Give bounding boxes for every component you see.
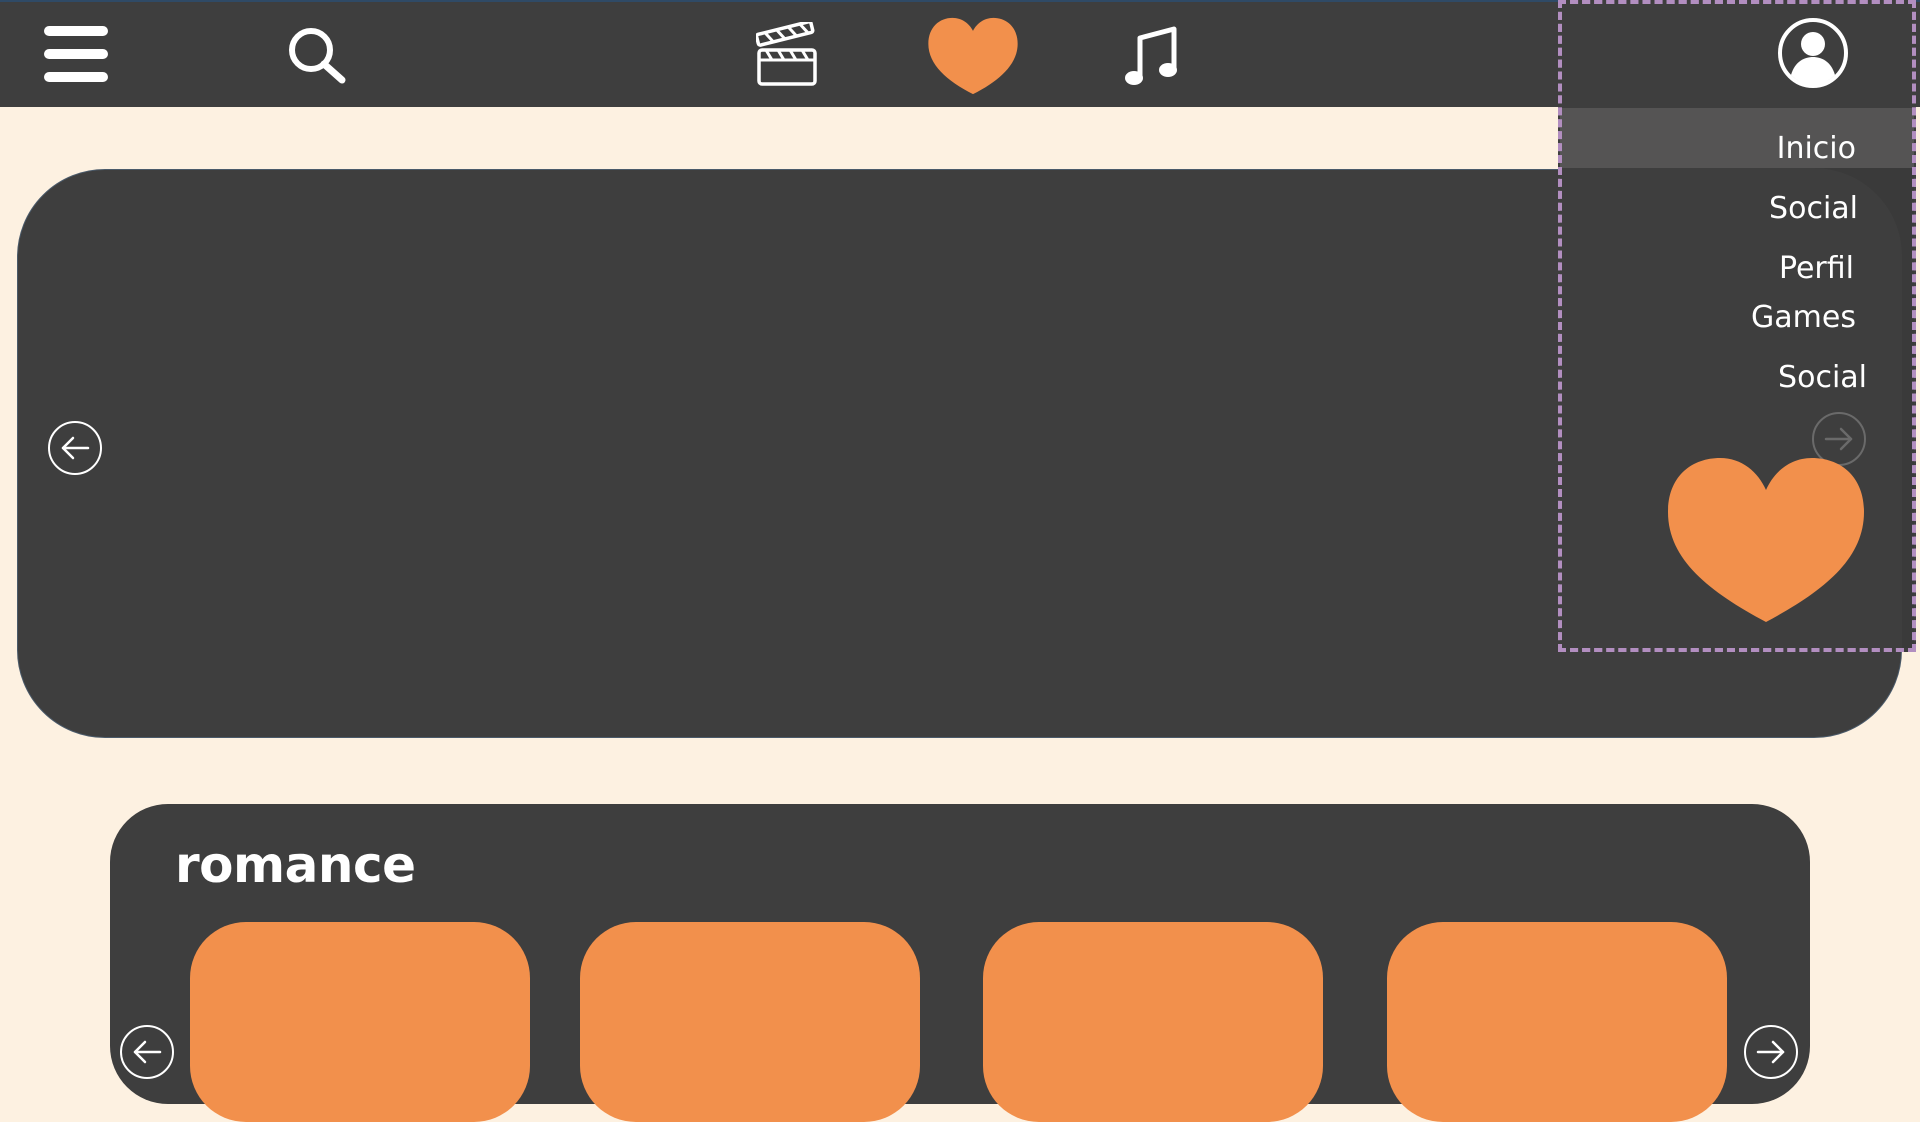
heart-icon[interactable] (926, 16, 1020, 96)
menu-item-inicio[interactable]: Inicio (1777, 131, 1856, 166)
menu-item-social-2[interactable]: Social (1778, 360, 1867, 395)
movie-card[interactable] (190, 922, 530, 1122)
user-icon[interactable] (1777, 17, 1849, 89)
arrow-right-circle-icon (1756, 1040, 1785, 1064)
movie-card[interactable] (580, 922, 920, 1122)
movie-card[interactable] (983, 922, 1323, 1122)
hamburger-icon[interactable] (43, 24, 109, 84)
row-prev-button[interactable] (120, 1025, 174, 1079)
heart-icon (1668, 458, 1864, 622)
row-next-button[interactable] (1744, 1025, 1798, 1079)
menu-item-perfil[interactable]: Perfil (1779, 251, 1854, 286)
clapperboard-icon[interactable] (756, 22, 820, 88)
menu-item-games[interactable]: Games (1751, 300, 1856, 335)
arrow-left-circle-icon (61, 436, 90, 460)
search-icon[interactable] (287, 26, 349, 84)
row-title: romance (175, 836, 416, 894)
hero-prev-button[interactable] (48, 421, 102, 475)
movie-card[interactable] (1387, 922, 1727, 1122)
menu-item-highlight (1560, 108, 1914, 168)
menu-item-social[interactable]: Social (1769, 191, 1858, 226)
music-note-icon[interactable] (1124, 26, 1180, 88)
arrow-left-circle-icon (133, 1040, 162, 1064)
